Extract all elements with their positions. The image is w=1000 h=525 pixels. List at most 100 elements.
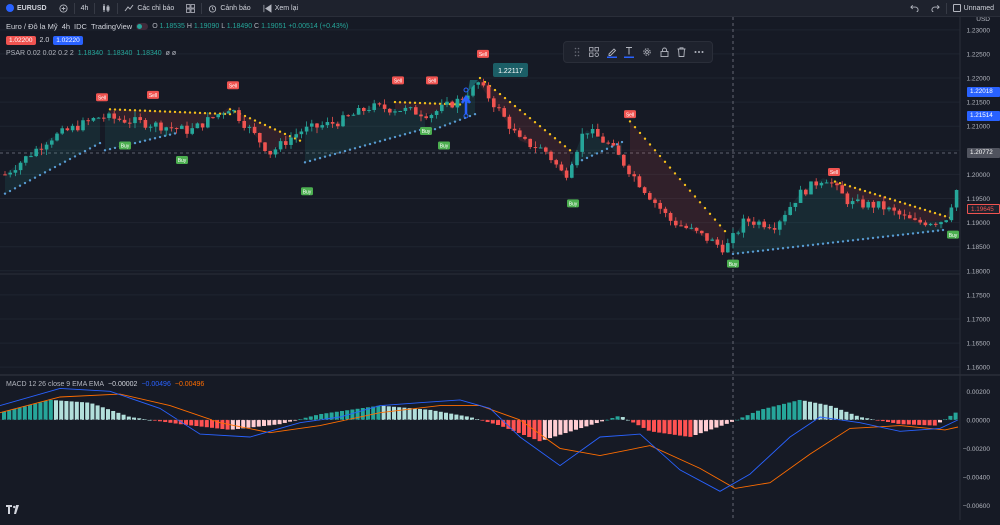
price-tag-blue-1: 1.22018 — [967, 87, 1000, 97]
candle-body — [242, 121, 246, 128]
candle-body — [835, 183, 839, 186]
candle-body — [908, 215, 912, 219]
chart-canvas[interactable]: 1.230001.225001.220001.215001.210001.205… — [0, 16, 1000, 520]
text-color-button[interactable] — [622, 45, 636, 59]
sell-price-button[interactable]: 1.02200 — [6, 36, 36, 45]
macd-histogram-bar — [844, 411, 849, 420]
macd-histogram-bar — [69, 401, 74, 420]
candle-body — [252, 126, 257, 133]
candle-body — [819, 182, 824, 186]
psar-value-4: ø ø — [165, 50, 177, 57]
macd-label: MACD 12 26 close 9 EMA EMA — [6, 381, 105, 388]
candle-body — [341, 115, 345, 127]
candle-body — [752, 221, 756, 225]
macd-histogram-bar — [745, 415, 750, 420]
price-axis-tick: 1.17500 — [967, 292, 991, 299]
macd-histogram-bar — [537, 419, 542, 442]
macd-histogram-bar — [54, 400, 58, 420]
buy-signal-label: Buy — [949, 233, 958, 239]
macd-histogram-bar — [449, 413, 454, 420]
undo-button[interactable] — [904, 0, 925, 17]
layout-grid-button[interactable] — [180, 0, 201, 17]
candle-body — [226, 111, 231, 114]
lock-button[interactable] — [657, 45, 671, 59]
buy-price-button[interactable]: 1.02220 — [53, 36, 83, 45]
candle-body — [393, 111, 397, 113]
candle-body — [720, 244, 725, 253]
more-button[interactable] — [692, 45, 706, 59]
macd-histogram-bar — [397, 407, 402, 420]
macd-histogram-bar — [371, 406, 376, 420]
redo-button[interactable] — [925, 0, 946, 17]
candle-body — [866, 201, 870, 208]
candle-body — [289, 137, 293, 145]
tradingview-logo — [6, 505, 20, 517]
candle-body — [606, 142, 610, 144]
compare-button[interactable] — [53, 0, 74, 17]
macd-histogram-bar — [839, 409, 844, 420]
macd-histogram-bar — [199, 419, 204, 427]
chart-area[interactable]: 1.230001.225001.220001.215001.210001.205… — [0, 16, 1000, 520]
macd-axis-tick: 0.00000 — [967, 417, 991, 424]
candle-body — [746, 218, 751, 222]
more-dots-icon — [694, 51, 704, 53]
candle-body — [34, 148, 38, 157]
candle-body — [741, 218, 746, 233]
candle-body — [221, 113, 226, 115]
macd-histogram-bar — [59, 400, 64, 420]
interval-button[interactable]: 4h — [75, 0, 95, 17]
macd-histogram-bar — [85, 402, 90, 420]
macd-histogram-bar — [834, 407, 838, 420]
macd-histogram-bar — [423, 409, 428, 420]
template-button[interactable] — [587, 45, 601, 59]
candle-body — [143, 119, 148, 128]
candle-body — [871, 201, 876, 208]
replay-button[interactable]: Xem lại — [257, 0, 304, 17]
candle-body — [486, 85, 491, 99]
candle-body — [81, 120, 85, 131]
macd-axis-tick: −0.00400 — [963, 475, 991, 482]
anchor-handle — [463, 87, 469, 93]
candle-body — [653, 199, 657, 203]
layout-name-button[interactable]: Unnamed — [947, 0, 1000, 17]
sell-signal-label: Sell — [479, 52, 487, 58]
pencil-icon — [606, 48, 617, 58]
candle-body — [627, 165, 631, 175]
candle-body — [190, 128, 194, 134]
candle-body — [601, 136, 605, 143]
candle-body — [408, 107, 413, 109]
line-color-button[interactable] — [605, 45, 619, 59]
delete-button[interactable] — [675, 45, 689, 59]
sell-signal-label: Sell — [830, 170, 838, 176]
candle-body — [159, 122, 163, 131]
topbar-right: Unnamed — [904, 0, 1000, 17]
price-axis-tick: 1.22500 — [967, 51, 991, 58]
candle-body — [918, 219, 922, 223]
macd-histogram-bar — [932, 419, 937, 426]
psar-label: PSAR 0.02 0.02 0.2 2 — [6, 50, 74, 57]
macd-histogram-bar — [74, 401, 79, 420]
visibility-toggle-icon[interactable] — [136, 23, 149, 30]
candle-body — [856, 199, 860, 202]
candle-body — [658, 202, 662, 209]
candle-body — [544, 147, 548, 152]
indicators-button[interactable]: Các chỉ báo — [118, 0, 180, 17]
trash-icon — [677, 47, 686, 57]
candle-body — [684, 225, 688, 229]
candle-body — [715, 239, 720, 245]
candle-body — [117, 118, 122, 120]
candle-body — [91, 117, 96, 121]
candle-body — [840, 185, 844, 194]
symbol-search-button[interactable]: EURUSD — [0, 0, 53, 17]
price-axis-tick: 1.19000 — [967, 220, 991, 227]
candle-body — [403, 107, 408, 112]
candle-body — [258, 132, 262, 143]
macd-histogram-bar — [912, 419, 916, 425]
settings-button[interactable] — [640, 45, 654, 59]
drag-handle[interactable] — [570, 45, 584, 59]
alerts-button[interactable]: Cảnh báo — [202, 0, 256, 17]
macd-histogram-bar — [308, 416, 313, 420]
macd-histogram-bar — [282, 419, 287, 423]
drawing-toolbar — [563, 41, 713, 63]
chart-type-button[interactable] — [95, 0, 117, 17]
